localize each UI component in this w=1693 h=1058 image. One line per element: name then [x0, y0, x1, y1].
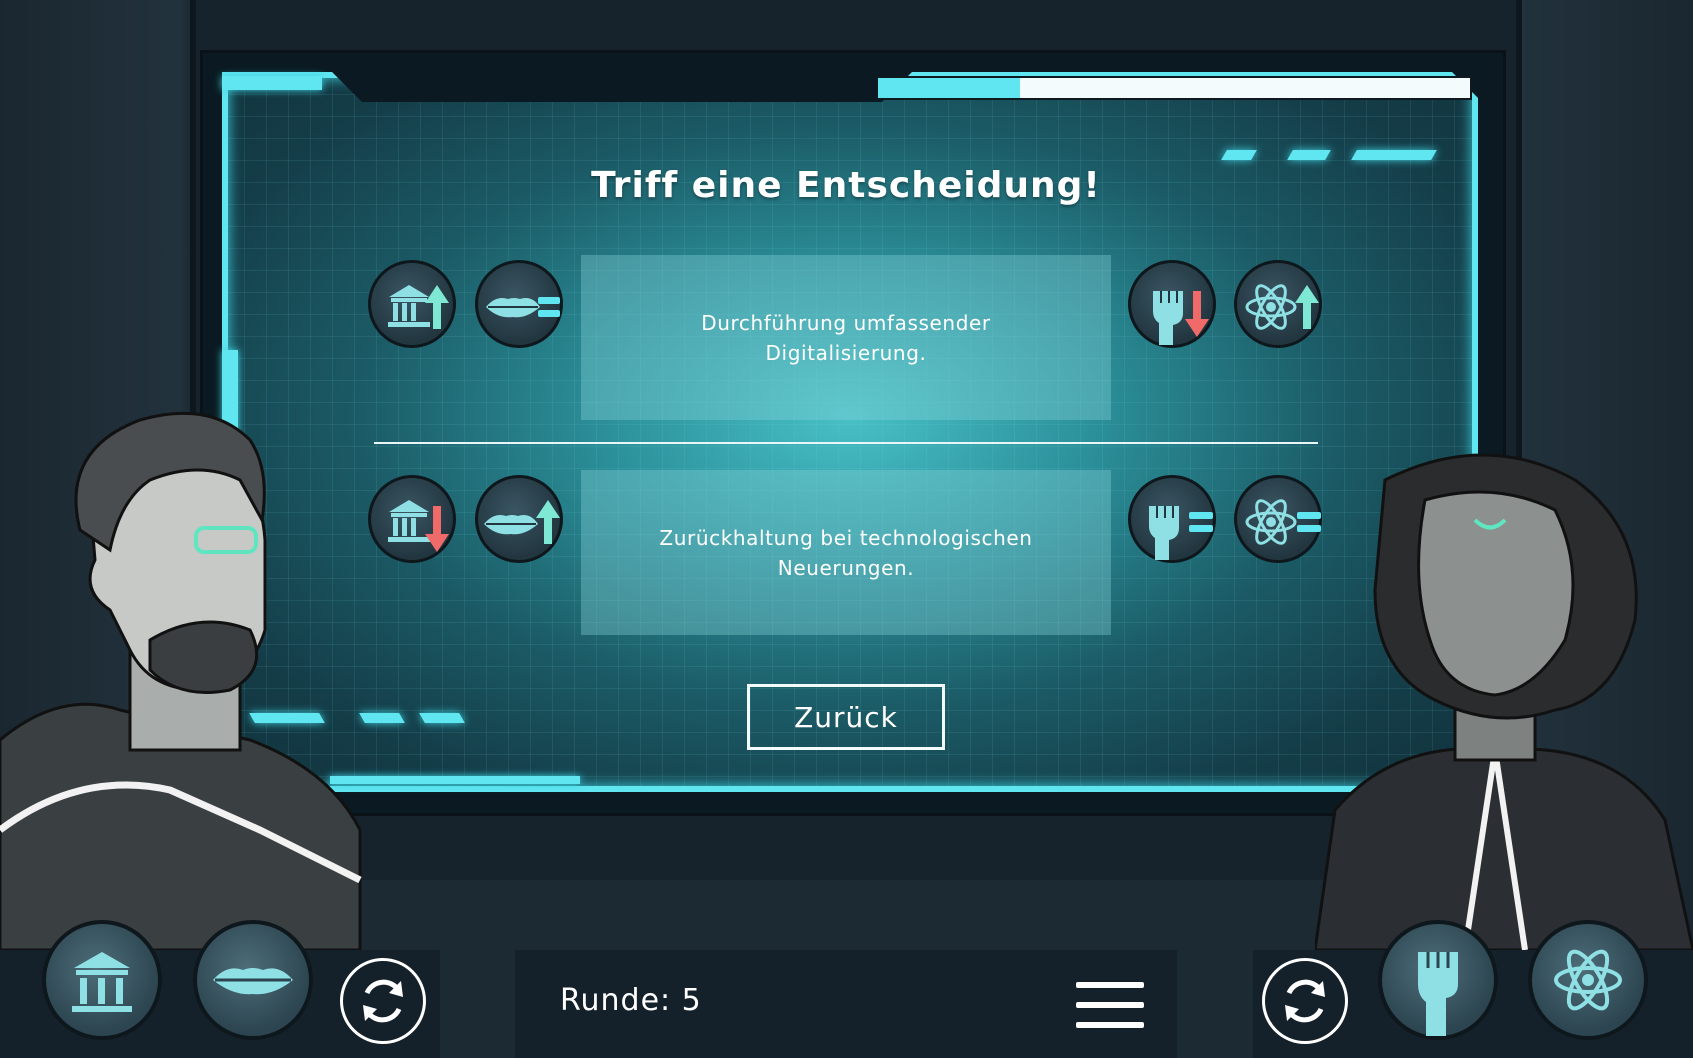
lips-icon — [475, 475, 563, 563]
progress-bar — [876, 76, 1472, 100]
page-title: Triff eine Entscheidung! — [591, 165, 1101, 206]
atom-icon — [1234, 475, 1322, 563]
advisor-left-portrait — [0, 411, 362, 950]
back-button[interactable]: Zurück — [747, 684, 945, 750]
government-icon — [368, 260, 456, 348]
deco-top-left — [222, 76, 322, 90]
government-icon — [368, 475, 456, 563]
atom-icon — [1234, 260, 1322, 348]
refresh-icon — [363, 979, 403, 1023]
atom-stat-button[interactable] — [1528, 920, 1648, 1040]
option-2[interactable]: Zurückhaltung bei technologischen Neueru… — [581, 470, 1111, 635]
deco-dash-2 — [1287, 150, 1331, 160]
option-2-text: Zurückhaltung bei technologischen Neueru… — [659, 525, 1033, 580]
lips-icon — [475, 260, 563, 348]
deco-dash-1 — [1221, 150, 1257, 160]
deco-dash-6 — [419, 713, 465, 723]
government-stat-button[interactable] — [42, 920, 162, 1040]
fist-stat-button[interactable] — [1378, 920, 1498, 1040]
hamburger-icon — [1076, 982, 1144, 988]
fist-icon — [1128, 475, 1216, 563]
fist-icon — [1128, 260, 1216, 348]
lips-stat-button[interactable] — [193, 920, 313, 1040]
option-1-text: Durchführung umfassender Digitalisierung… — [701, 310, 991, 365]
progress-fill — [878, 78, 1021, 98]
menu-button[interactable] — [1076, 980, 1144, 1030]
swap-left-button[interactable] — [340, 958, 426, 1044]
advisor-right-portrait — [1315, 453, 1693, 950]
swap-right-button[interactable] — [1262, 958, 1348, 1044]
round-counter: Runde: 5 — [560, 983, 702, 1018]
refresh-icon — [1285, 979, 1325, 1023]
deco-dash-3 — [1351, 150, 1437, 160]
option-divider — [374, 442, 1318, 444]
option-1[interactable]: Durchführung umfassender Digitalisierung… — [581, 255, 1111, 420]
